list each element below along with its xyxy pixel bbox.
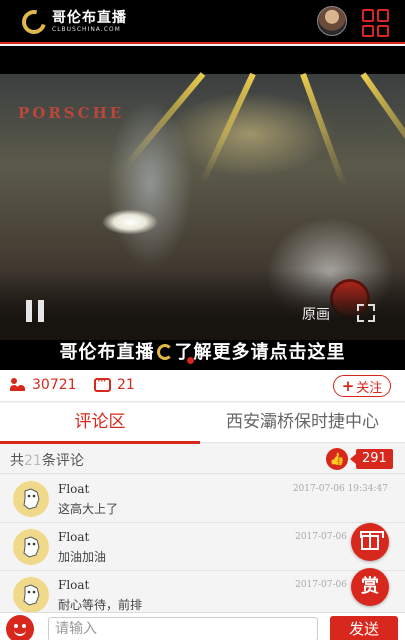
reward-button[interactable]: 赏 (351, 568, 389, 606)
quality-button[interactable]: 原画 (302, 304, 330, 324)
fullscreen-icon[interactable] (357, 304, 375, 322)
comment-author: Float (58, 482, 90, 496)
comment-input[interactable]: 请输入 (48, 617, 318, 640)
app-logo[interactable]: 哥伦布直播 CLBUSCHINA.COM (17, 5, 127, 39)
people-icon (10, 378, 26, 392)
user-avatar[interactable] (317, 6, 347, 36)
stats-bar: 30721 21 +关注 (0, 370, 405, 402)
logo-icon (17, 5, 51, 39)
comment-time: 2017-07-06 (295, 580, 347, 590)
viewer-count: 30721 (10, 377, 77, 393)
brand-mark-icon (156, 344, 173, 360)
tab-comments[interactable]: 评论区 (0, 403, 200, 444)
comment-summary: 共21条评论 👍 291 (0, 444, 405, 474)
comment-count[interactable]: 21 (94, 374, 135, 393)
video-player[interactable]: PORSCHE 原画 哥伦布直播 了解更多请点击这里 (0, 46, 405, 370)
gift-icon (360, 531, 384, 550)
live-dot (187, 357, 194, 364)
comment-total: 21 (24, 453, 42, 469)
plus-icon: + (341, 377, 355, 395)
comment-author: Float (58, 530, 90, 544)
list-item: Float 2017-07-06 19:34:47 这高大上了 (0, 475, 405, 523)
top-bar: 哥伦布直播 CLBUSCHINA.COM (0, 0, 405, 44)
menu-grid-icon[interactable] (362, 9, 390, 37)
comment-time: 2017-07-06 19:34:47 (292, 484, 388, 494)
emoji-icon[interactable] (6, 615, 34, 640)
comment-text: 耐心等待，前排 (58, 598, 143, 612)
list-item: Float 2017-07-06 加油加油 (0, 523, 405, 571)
chat-icon (94, 374, 111, 392)
comment-author: Float (58, 578, 90, 592)
avatar[interactable] (13, 577, 49, 613)
comment-time: 2017-07-06 (295, 532, 347, 542)
comment-text: 这高大上了 (58, 502, 119, 516)
video-brand-overlay: PORSCHE (18, 104, 125, 122)
list-item: Float 2017-07-06 耐心等待，前排 (0, 571, 405, 615)
comment-input-bar: 请输入 发送 (0, 612, 405, 640)
tab-bar: 评论区 西安灞桥保时捷中心 (0, 403, 405, 444)
app-root: 哥伦布直播 CLBUSCHINA.COM PORSCHE 原画 哥伦布直播 了解更… (0, 0, 405, 640)
follow-button[interactable]: + 关注 (333, 375, 391, 397)
avatar[interactable] (13, 529, 49, 565)
logo-subtitle: CLBUSCHINA.COM (52, 25, 121, 33)
promo-banner[interactable]: 哥伦布直播 了解更多请点击这里 (0, 338, 405, 364)
send-button[interactable]: 发送 (330, 616, 398, 640)
thumbs-up-icon[interactable]: 👍 (326, 448, 348, 470)
pause-button[interactable] (26, 300, 46, 322)
comment-list: Float 2017-07-06 19:34:47 这高大上了 Float 20… (0, 475, 405, 615)
gift-button[interactable] (351, 523, 389, 561)
like-count: 291 (350, 449, 393, 469)
comment-text: 加油加油 (58, 550, 107, 564)
avatar[interactable] (13, 481, 49, 517)
tab-dealer[interactable]: 西安灞桥保时捷中心 (200, 403, 405, 443)
video-controls: 原画 (0, 296, 405, 326)
logo-title: 哥伦布直播 (52, 9, 127, 26)
